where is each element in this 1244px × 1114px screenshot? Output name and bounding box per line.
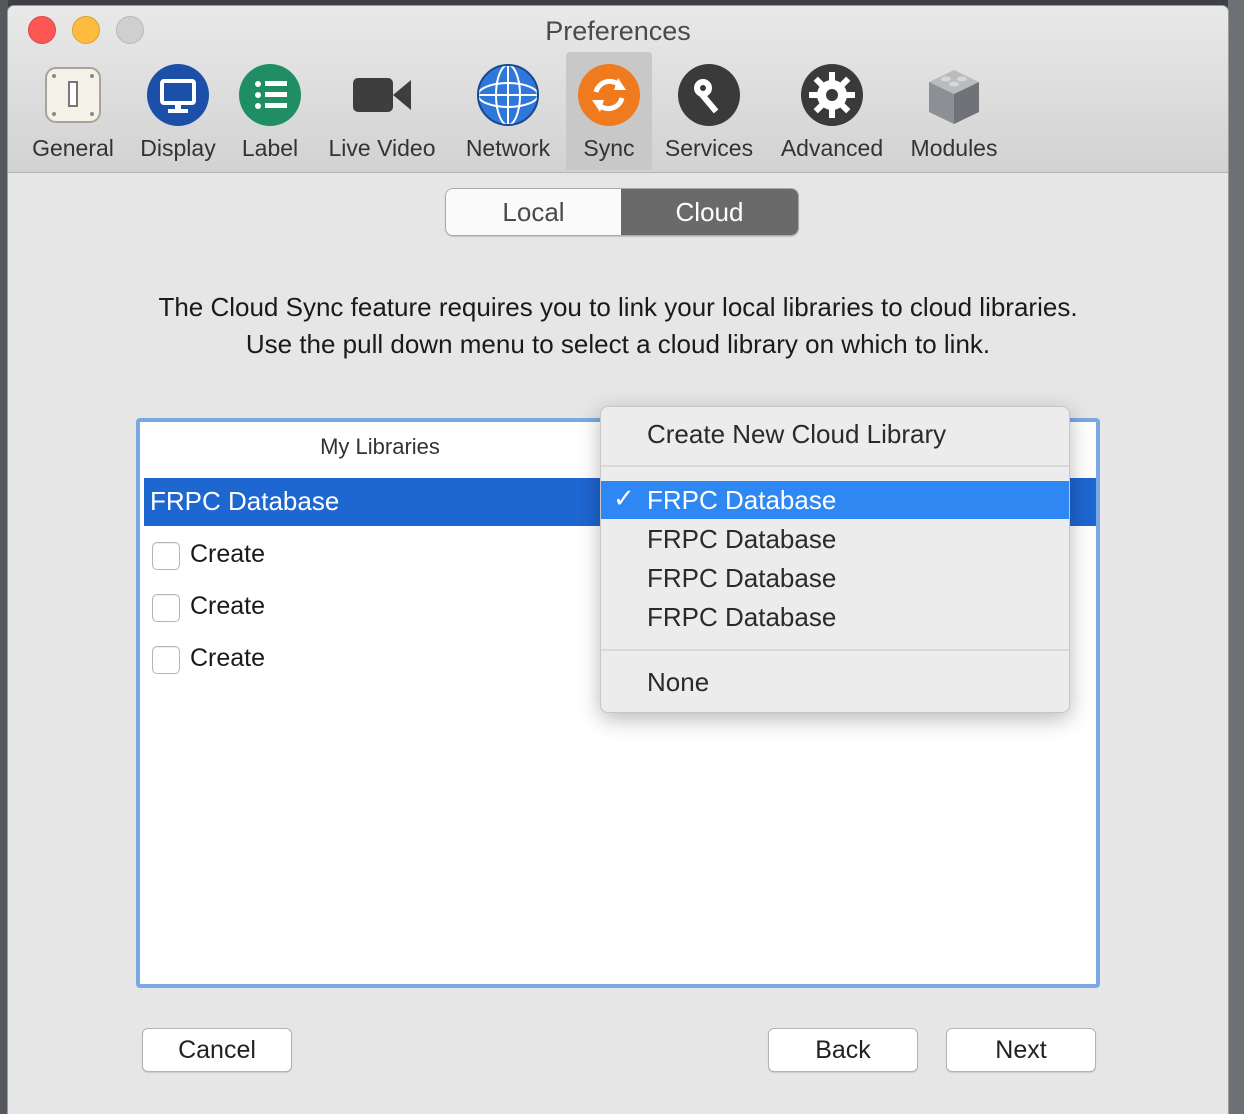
tab-advanced[interactable]: Advanced: [772, 52, 892, 170]
menu-item-cloud-library[interactable]: FRPC Database: [601, 520, 1069, 558]
preferences-toolbar: General Display Label Live Video Network…: [8, 50, 1008, 172]
tab-label: General: [32, 135, 114, 161]
title-bar: Preferences General Display Label Live V…: [8, 6, 1228, 173]
menu-item-label: FRPC Database: [647, 602, 837, 632]
tab-label-settings[interactable]: Label: [232, 52, 308, 170]
create-checkbox[interactable]: [152, 646, 180, 674]
back-button[interactable]: Back: [768, 1028, 918, 1072]
checkmark-icon: ✓: [613, 483, 635, 513]
tab-network[interactable]: Network: [454, 52, 562, 170]
tab-live-video[interactable]: Live Video: [316, 52, 448, 170]
key-icon: [678, 64, 740, 126]
checkbox-label: Create: [190, 644, 266, 672]
menu-item-label: None: [647, 667, 710, 697]
tab-label: Modules: [910, 135, 998, 161]
general-icon: [45, 67, 101, 123]
tab-label: Label: [241, 135, 299, 161]
menu-item-label: FRPC Database: [647, 563, 837, 593]
library-name: FRPC Database: [150, 486, 340, 516]
cloud-sync-description: The Cloud Sync feature requires you to l…: [158, 292, 1078, 359]
tab-label: Live Video: [328, 135, 436, 161]
menu-item-label: FRPC Database: [647, 485, 837, 515]
menu-item-cloud-library[interactable]: FRPC Database: [601, 559, 1069, 597]
create-checkbox[interactable]: [152, 542, 180, 570]
checkbox-label: Create: [190, 540, 266, 568]
cloud-library-dropdown-menu: Create New Cloud Library ✓ FRPC Database…: [600, 406, 1070, 713]
desktop-background: [0, 0, 8, 1114]
menu-item-label: Create New Cloud Library: [647, 419, 947, 449]
label-list-icon: [239, 64, 301, 126]
column-header-my-libraries: My Libraries: [320, 434, 440, 459]
checkbox-label: Create: [190, 592, 266, 620]
tab-general[interactable]: General: [22, 52, 124, 170]
display-icon: [147, 64, 209, 126]
sync-icon: [578, 64, 640, 126]
tab-display[interactable]: Display: [130, 52, 226, 170]
next-button[interactable]: Next: [946, 1028, 1096, 1072]
tab-label: Display: [140, 135, 216, 161]
menu-item-label: FRPC Database: [647, 524, 837, 554]
tab-label: Network: [465, 135, 551, 161]
local-cloud-segmented-control: Local Cloud: [445, 188, 799, 236]
tab-label: Sync: [583, 135, 635, 161]
module-cube-icon: [929, 70, 979, 124]
cancel-button[interactable]: Cancel: [142, 1028, 292, 1072]
menu-item-cloud-library[interactable]: FRPC Database: [601, 598, 1069, 636]
tab-label: Services: [664, 135, 754, 161]
menu-item-cloud-library[interactable]: ✓ FRPC Database: [601, 481, 1069, 519]
preferences-window: Preferences General Display Label Live V…: [8, 6, 1228, 1114]
segment-local[interactable]: Local: [446, 189, 621, 235]
tab-sync[interactable]: Sync: [566, 52, 652, 170]
globe-icon: [477, 64, 539, 126]
video-camera-icon: [353, 78, 411, 112]
tab-services[interactable]: Services: [658, 52, 760, 170]
gear-icon: [801, 64, 863, 126]
window-title: Preferences: [545, 16, 691, 46]
menu-separator: [601, 649, 1069, 651]
menu-item-none[interactable]: None: [601, 663, 1069, 701]
desktop-background: [1228, 0, 1244, 1114]
segment-cloud[interactable]: Cloud: [621, 189, 798, 235]
tab-modules[interactable]: Modules: [902, 52, 1006, 170]
menu-separator: [601, 465, 1069, 467]
menu-item-create-new-cloud-library[interactable]: Create New Cloud Library: [601, 415, 1069, 453]
create-checkbox[interactable]: [152, 594, 180, 622]
tab-label: Advanced: [780, 135, 884, 161]
